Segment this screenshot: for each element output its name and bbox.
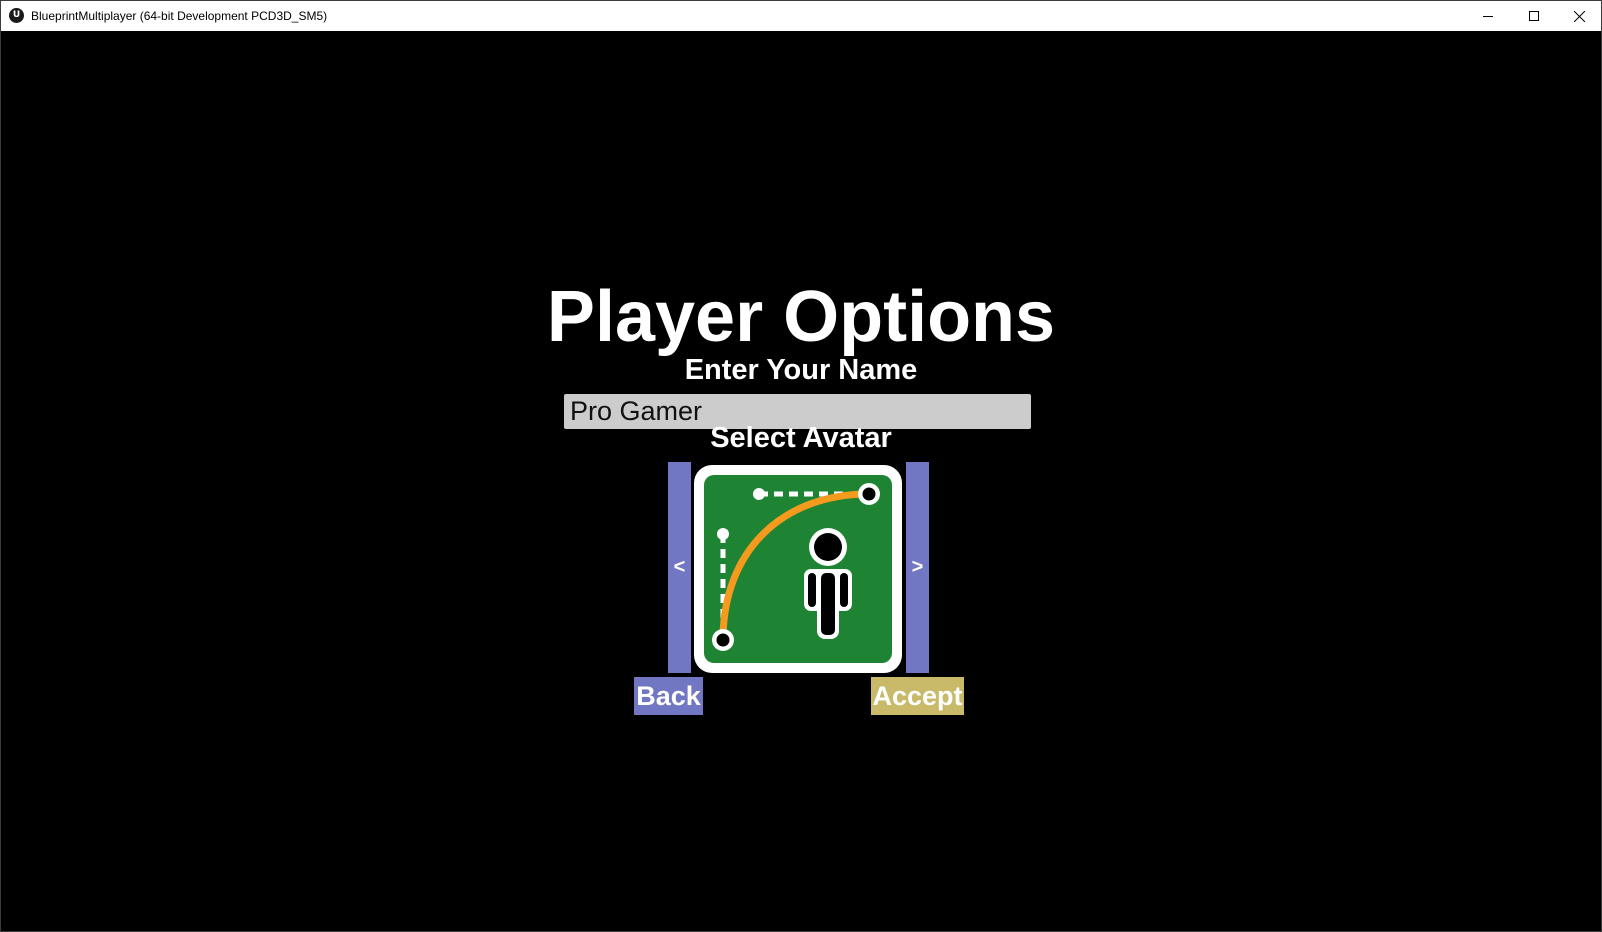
close-button[interactable] bbox=[1556, 1, 1602, 31]
accept-button[interactable]: Accept bbox=[871, 677, 964, 715]
close-icon bbox=[1573, 10, 1585, 22]
next-avatar-label: > bbox=[911, 556, 924, 578]
avatar-label: Select Avatar bbox=[710, 422, 892, 454]
game-viewport: Player Options Enter Your Name Select Av… bbox=[1, 32, 1601, 931]
player-path-avatar-icon[interactable] bbox=[691, 462, 905, 676]
app-window: U BlueprintMultiplayer (64-bit Developme… bbox=[0, 0, 1602, 932]
maximize-icon bbox=[1529, 11, 1539, 21]
next-avatar-button[interactable]: > bbox=[906, 462, 929, 673]
page-title: Player Options bbox=[546, 277, 1056, 357]
minimize-icon bbox=[1483, 16, 1493, 17]
previous-avatar-button[interactable]: < bbox=[668, 462, 691, 673]
title-bar[interactable]: U BlueprintMultiplayer (64-bit Developme… bbox=[1, 1, 1601, 31]
previous-avatar-label: < bbox=[673, 556, 686, 578]
name-label: Enter Your Name bbox=[684, 354, 918, 386]
unreal-engine-icon: U bbox=[9, 8, 24, 23]
maximize-button[interactable] bbox=[1511, 1, 1557, 31]
minimize-button[interactable] bbox=[1465, 1, 1511, 31]
window-title: BlueprintMultiplayer (64-bit Development… bbox=[31, 9, 328, 23]
back-button[interactable]: Back bbox=[634, 677, 703, 715]
